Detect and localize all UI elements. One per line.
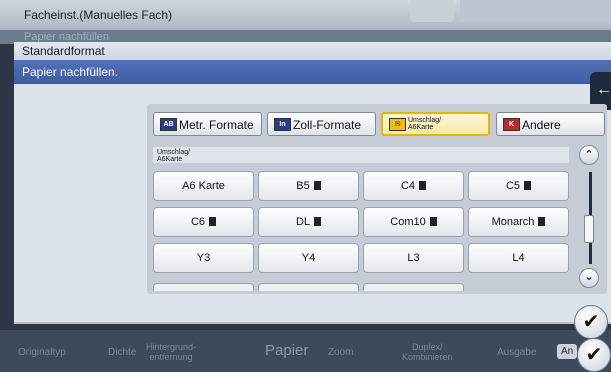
size-button[interactable]: Y4	[258, 243, 359, 273]
checkmark-icon: ✔	[585, 344, 603, 366]
scrollbar-thumb[interactable]	[584, 215, 594, 243]
tab-label: Metr. Formate	[179, 118, 254, 132]
background-bottom-bar: Originaltyp Dichte Hintergrund- entfernu…	[0, 330, 611, 372]
back-arrow-icon: ←	[596, 81, 611, 98]
group-label: Umschlag/ A6Karte	[153, 147, 569, 163]
tab-label: Umschlag/ A6Karte	[408, 117, 442, 131]
metric-icon: AB	[160, 118, 177, 131]
size-label: Y4	[301, 252, 316, 264]
bottom-label-hintergrund: Hintergrund- entfernung	[146, 342, 197, 362]
tab-label: Andere	[522, 118, 561, 132]
tab-label: Zoll-Formate	[293, 118, 362, 132]
size-label: B5	[296, 180, 310, 192]
scroll-down-button[interactable]: ⌄	[579, 268, 599, 288]
size-button[interactable]: C6	[153, 207, 254, 237]
size-button[interactable]: C4	[363, 171, 464, 201]
size-button[interactable]: Y3	[153, 243, 254, 273]
bottom-label-ausgabe: Ausgabe	[497, 347, 537, 358]
size-label: Com10	[390, 216, 426, 228]
size-label: C5	[505, 180, 521, 192]
background-title-text: Facheinst.(Manuelles Fach)	[24, 8, 173, 22]
dialog-title: Standardformat	[22, 44, 105, 58]
orientation-icon	[524, 181, 532, 190]
size-label: A6 Karte	[182, 180, 225, 192]
size-button[interactable]: L4	[468, 243, 569, 273]
size-button[interactable]: C5	[468, 171, 569, 201]
bottom-label-papier: Papier	[265, 342, 309, 359]
size-button[interactable]: B5	[258, 171, 359, 201]
background-tab-right	[460, 0, 611, 22]
bottom-label-zoom: Zoom	[328, 347, 354, 358]
size-label: C6	[190, 216, 206, 228]
dialog-title-bar: Standardformat	[14, 42, 611, 60]
bottom-label-originaltyp: Originaltyp	[18, 347, 66, 358]
orientation-icon	[313, 181, 321, 190]
tab-envelope-a6card[interactable]: ✉ Umschlag/ A6Karte	[381, 112, 490, 136]
checkmark-icon: ✔	[582, 311, 600, 333]
envelope-icon: ✉	[389, 118, 406, 131]
size-button[interactable]: L3	[363, 243, 464, 273]
bottom-label-an: An	[557, 344, 578, 359]
size-button[interactable]: A6 Karte	[153, 171, 254, 201]
size-label: Y3	[196, 252, 211, 264]
size-button[interactable]: Monarch	[468, 207, 569, 237]
tab-inch-formats[interactable]: In Zoll-Formate	[267, 112, 376, 136]
size-label: L3	[407, 252, 420, 264]
size-button-partial[interactable]	[258, 283, 359, 291]
chevron-down-icon: ⌄	[584, 271, 594, 283]
dialog-message-bar: Papier nachfüllen.	[14, 60, 611, 84]
size-button[interactable]: DL	[258, 207, 359, 237]
size-label: L4	[512, 252, 525, 264]
size-label: C4	[400, 180, 416, 192]
orientation-icon	[538, 217, 546, 226]
size-label: DL	[295, 216, 311, 228]
dialog-message: Papier nachfüllen.	[22, 65, 119, 79]
ok-button[interactable]: ✔	[574, 305, 608, 339]
scroll-up-button[interactable]: ⌃	[579, 145, 599, 165]
orientation-icon	[429, 217, 437, 226]
size-label: Monarch	[491, 216, 535, 228]
other-icon: K	[503, 118, 520, 131]
size-button[interactable]: Com10	[363, 207, 464, 237]
orientation-icon	[419, 181, 427, 190]
chevron-up-icon: ⌃	[584, 149, 594, 161]
orientation-icon	[314, 217, 322, 226]
group-label-text: Umschlag/ A6Karte	[157, 149, 191, 163]
size-button-partial[interactable]	[363, 283, 464, 291]
background-tab	[410, 0, 454, 22]
inch-icon: In	[274, 118, 291, 131]
size-button-partial[interactable]	[153, 283, 254, 291]
bottom-label-dichte: Dichte	[108, 347, 137, 358]
bottom-label-duplex: Duplex/ Kombinieren	[402, 342, 453, 362]
tab-metric-formats[interactable]: AB Metr. Formate	[153, 112, 262, 136]
tab-other[interactable]: K Andere	[496, 112, 605, 136]
ok-button-background[interactable]: ✔	[577, 338, 611, 372]
orientation-icon	[209, 217, 217, 226]
